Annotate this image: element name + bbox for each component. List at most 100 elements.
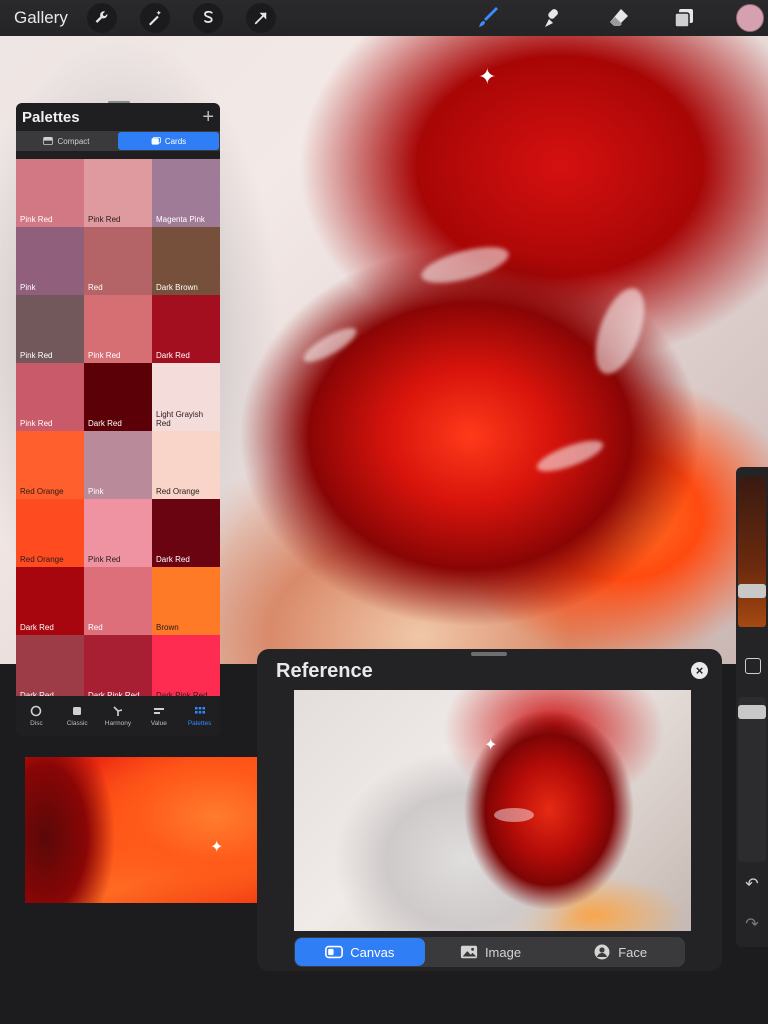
layers-icon[interactable] — [670, 5, 698, 31]
image-mode-label: Image — [484, 944, 522, 960]
tab-disc[interactable]: Disc — [16, 696, 57, 736]
magic-wand-icon[interactable] — [140, 3, 170, 33]
modify-button[interactable] — [745, 658, 761, 674]
color-swatch[interactable]: Pink Red — [16, 295, 84, 363]
brush-size-slider[interactable] — [738, 477, 766, 627]
color-swatch[interactable]: Dark Red — [152, 295, 220, 363]
brush-sidebar: ↶ ↷ — [736, 467, 768, 947]
swatch-label: Pink Red — [88, 555, 121, 564]
palettes-panel: Palettes + Compact Cards Pink Red Pink Re… — [16, 103, 220, 736]
transform-arrow-icon[interactable] — [246, 3, 276, 33]
swatch-label: Dark Red — [156, 351, 190, 360]
reference-thumbnail: ✦ — [25, 757, 276, 903]
color-swatch[interactable]: Red Orange — [16, 431, 84, 499]
color-swatch[interactable]: Dark Red — [16, 567, 84, 635]
tab-palettes[interactable]: Palettes — [179, 696, 220, 736]
tab-label: Harmony — [104, 720, 132, 727]
classic-square-icon — [73, 707, 82, 715]
color-swatch[interactable]: Brown — [152, 567, 220, 635]
cards-view-label: Cards — [164, 136, 187, 146]
harmony-icon — [113, 706, 123, 716]
swatch-label: Dark Red — [20, 623, 54, 632]
swatch-label: Magenta Pink — [156, 215, 205, 224]
canvas-highlight — [585, 281, 655, 381]
tab-harmony[interactable]: Harmony — [98, 696, 139, 736]
sparkle-icon: ✦ — [484, 737, 498, 754]
sparkle-icon: ✦ — [210, 839, 224, 856]
color-swatch[interactable]: Dark Red — [84, 363, 152, 431]
swatch-label: Pink Red — [88, 215, 121, 224]
color-swatch[interactable]: Pink Red — [16, 159, 84, 227]
palettes-grid-icon — [194, 707, 205, 714]
brush-size-knob[interactable] — [738, 584, 766, 598]
undo-icon[interactable]: ↶ — [743, 875, 761, 893]
color-swatch[interactable]: Red — [84, 227, 152, 295]
gallery-button[interactable]: Gallery — [14, 8, 68, 28]
cards-view-button[interactable]: Cards — [118, 132, 219, 150]
canvas-highlight — [299, 322, 361, 368]
canvas-toggle-icon — [325, 945, 344, 959]
color-swatch[interactable]: Dark Pink Red — [84, 635, 152, 703]
swatch-label: Red — [88, 283, 103, 292]
reference-mode-toggle: Canvas Image Face — [294, 937, 685, 967]
color-swatch[interactable]: Pink — [84, 431, 152, 499]
tab-label: Disc — [30, 720, 43, 727]
color-swatch[interactable]: Magenta Pink — [152, 159, 220, 227]
tab-label: Palettes — [187, 720, 212, 727]
brush-icon[interactable] — [475, 5, 503, 31]
swatch-label: Light Grayish Red — [156, 410, 204, 428]
color-swatch[interactable]: Red — [84, 567, 152, 635]
color-swatch[interactable]: Pink — [16, 227, 84, 295]
selection-icon[interactable] — [193, 3, 223, 33]
color-swatch[interactable]: Dark Red — [152, 499, 220, 567]
color-swatch[interactable]: Pink Red — [84, 295, 152, 363]
opacity-slider[interactable] — [738, 697, 766, 862]
color-swatch[interactable]: Pink Red — [84, 159, 152, 227]
tab-label: Classic — [66, 720, 88, 727]
canvas-highlight — [533, 434, 607, 478]
swatch-label: Pink Red — [20, 215, 53, 224]
color-swatch[interactable]: Light Grayish Red — [152, 363, 220, 431]
swatch-label: Brown — [156, 623, 179, 632]
image-icon — [460, 945, 478, 959]
face-icon — [594, 944, 610, 960]
palette-view-toggle: Compact Cards — [16, 131, 220, 151]
add-palette-button[interactable]: + — [202, 107, 214, 127]
swatch-label: Dark Red — [88, 419, 122, 428]
color-swatch[interactable]: Dark Pink Red — [152, 635, 220, 703]
smudge-icon[interactable] — [540, 5, 568, 31]
eraser-icon[interactable] — [605, 5, 633, 31]
color-swatch[interactable]: Red Orange — [16, 499, 84, 567]
compact-view-label: Compact — [57, 136, 90, 146]
swatch-label: Red Orange — [20, 555, 64, 564]
canvas-mode-button[interactable]: Canvas — [295, 938, 425, 966]
wrench-icon[interactable] — [87, 3, 117, 33]
face-mode-label: Face — [618, 944, 648, 960]
reference-title: Reference — [276, 660, 373, 682]
tab-value[interactable]: Value — [138, 696, 179, 736]
swatch-label: Dark Red — [156, 555, 190, 564]
color-mode-tabs: Disc Classic Harmony Value Palettes — [16, 696, 220, 736]
reference-drag-handle[interactable] — [471, 652, 507, 656]
active-color-button[interactable] — [736, 4, 764, 32]
close-icon[interactable]: × — [691, 662, 708, 679]
image-mode-button[interactable]: Image — [426, 937, 556, 967]
color-swatch[interactable]: Dark Red — [16, 635, 84, 703]
color-swatch[interactable]: Red Orange — [152, 431, 220, 499]
redo-icon[interactable]: ↷ — [743, 915, 761, 933]
swatch-label: Pink — [20, 283, 36, 292]
tab-label: Value — [150, 720, 167, 727]
opacity-knob[interactable] — [738, 705, 766, 719]
color-swatch[interactable]: Pink Red — [84, 499, 152, 567]
swatch-label: Dark Brown — [156, 283, 198, 292]
reference-highlight — [494, 808, 534, 822]
face-mode-button[interactable]: Face — [555, 937, 685, 967]
reference-window: Reference × ✦ Canvas Image Face — [257, 649, 722, 971]
color-swatch[interactable]: Pink Red — [16, 363, 84, 431]
color-swatch[interactable]: Dark Brown — [152, 227, 220, 295]
tab-classic[interactable]: Classic — [57, 696, 98, 736]
value-sliders-icon — [153, 708, 164, 714]
compact-view-button[interactable]: Compact — [16, 131, 117, 151]
reference-image: ✦ — [294, 690, 691, 931]
cards-icon — [151, 137, 161, 145]
